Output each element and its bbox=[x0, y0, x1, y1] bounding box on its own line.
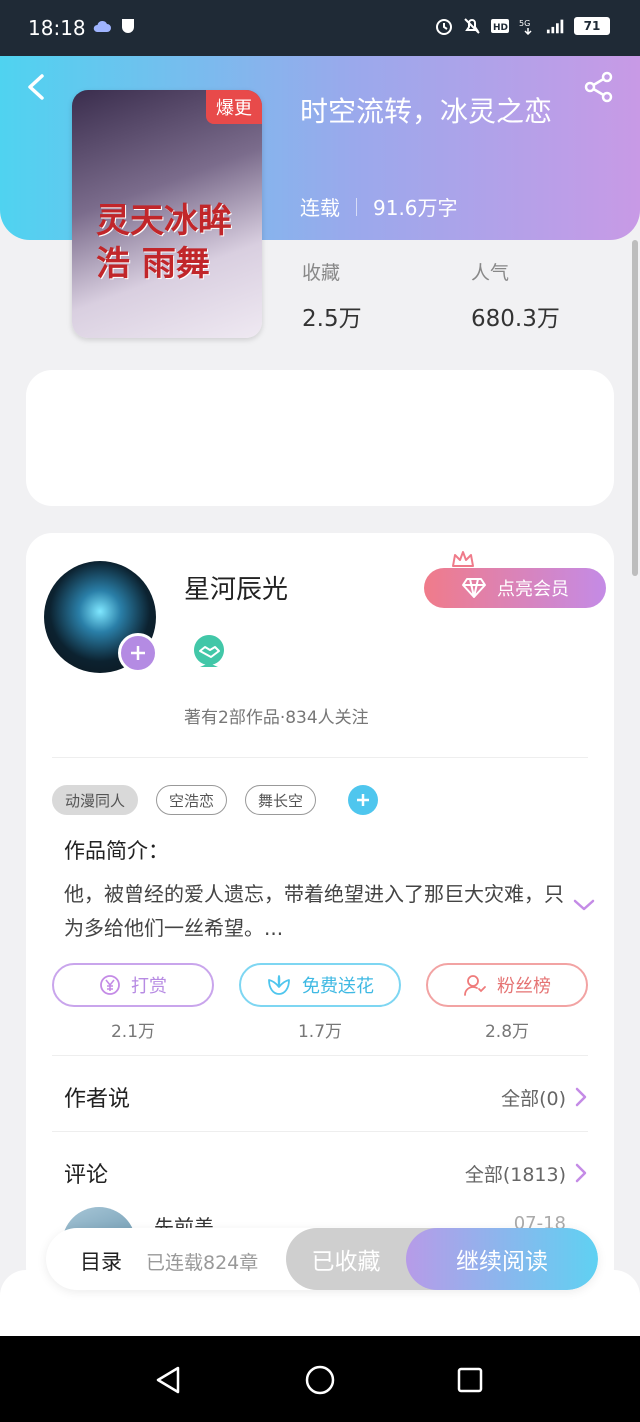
continue-reading-button[interactable]: 继续阅读 bbox=[406, 1228, 598, 1290]
send-flower-button[interactable]: 免费送花 bbox=[239, 963, 401, 1007]
author-says-all[interactable]: 全部(0) bbox=[501, 1084, 588, 1111]
status-bar: 18:18 HD 5G 71 bbox=[0, 0, 640, 56]
svg-text:HD: HD bbox=[493, 23, 508, 33]
tag-item[interactable]: 空浩恋 bbox=[156, 785, 228, 815]
flower-count: 1.7万 bbox=[297, 1022, 343, 1042]
toc-button[interactable]: 目录 bbox=[80, 1246, 122, 1276]
reward-label: 打赏 bbox=[131, 976, 167, 997]
continue-reading-label: 继续阅读 bbox=[456, 1249, 548, 1275]
diamond-icon bbox=[462, 578, 486, 598]
cover-badge: 爆更 bbox=[206, 90, 262, 124]
tag-list: 动漫同人 空浩恋 舞长空 bbox=[52, 785, 379, 815]
chevron-right-icon bbox=[575, 1087, 587, 1107]
square-recents-icon bbox=[457, 1367, 483, 1393]
divider bbox=[52, 757, 588, 758]
author-says-title: 作者说 bbox=[64, 1087, 131, 1112]
vip-button[interactable]: 点亮会员 bbox=[424, 568, 606, 608]
author-level-badge bbox=[190, 633, 228, 671]
cover-title-line1: 灵天冰眸 bbox=[96, 201, 232, 241]
author-says-link: 全部(0) bbox=[501, 1087, 566, 1110]
author-stats: 著有2部作品·834人关注 bbox=[184, 708, 369, 728]
book-word-count: 91.6万字 bbox=[373, 196, 458, 220]
status-time: 18:18 bbox=[28, 16, 86, 40]
alarm-icon bbox=[434, 16, 454, 36]
vip-button-label: 点亮会员 bbox=[497, 579, 569, 600]
5g-icon: 5G bbox=[518, 16, 538, 36]
stat-label: 收藏 bbox=[302, 262, 341, 284]
hd-icon: HD bbox=[490, 16, 510, 36]
comments-row[interactable]: 评论 全部(1813) bbox=[64, 1157, 588, 1189]
cloud-icon bbox=[92, 16, 112, 36]
book-cover[interactable]: 爆更 灵天冰眸 浩 雨舞 bbox=[72, 90, 262, 338]
stat-favorites: 收藏 2.5万 bbox=[302, 258, 362, 333]
stat-label: 人气 bbox=[471, 262, 510, 284]
circle-home-icon bbox=[305, 1365, 335, 1395]
book-detail-card: 星河辰光 点亮会员 著有2部作品·834人关注 动漫同人 空浩恋 舞长空 作品简… bbox=[26, 533, 614, 1293]
reward-count: 2.1万 bbox=[110, 1022, 156, 1042]
yen-icon bbox=[100, 975, 120, 995]
reward-button[interactable]: 打赏 bbox=[52, 963, 214, 1007]
chevron-right-icon bbox=[575, 1163, 587, 1183]
nav-back-button[interactable] bbox=[148, 1360, 188, 1400]
book-title: 时空流转，冰灵之恋 bbox=[300, 95, 553, 128]
intro-title: 作品简介： bbox=[64, 839, 169, 863]
stat-value: 680.3万 bbox=[471, 306, 560, 332]
book-meta: 连载 91.6万字 bbox=[300, 192, 458, 221]
comments-link: 全部(1813) bbox=[464, 1163, 566, 1186]
comments-all[interactable]: 全部(1813) bbox=[465, 1160, 588, 1187]
divider bbox=[52, 1055, 588, 1056]
back-arrow-icon bbox=[28, 74, 44, 100]
stat-value: 2.5万 bbox=[302, 306, 362, 332]
back-button[interactable] bbox=[20, 70, 54, 104]
chevron-down-icon bbox=[573, 899, 595, 911]
scrollbar[interactable] bbox=[632, 240, 638, 576]
stat-popularity: 人气 680.3万 bbox=[471, 258, 560, 333]
flower-icon bbox=[268, 975, 290, 995]
author-says-row[interactable]: 作者说 全部(0) bbox=[64, 1081, 588, 1113]
signal-icon bbox=[546, 16, 566, 36]
fans-rank-label: 粉丝榜 bbox=[497, 976, 551, 997]
divider bbox=[52, 1131, 588, 1132]
placeholder-card bbox=[26, 370, 614, 506]
expand-intro-button[interactable] bbox=[572, 893, 596, 917]
svg-text:5G: 5G bbox=[519, 19, 530, 28]
plus-icon bbox=[131, 646, 145, 660]
battery-icon: 71 bbox=[574, 17, 610, 35]
crown-icon bbox=[451, 550, 475, 570]
triangle-back-icon bbox=[156, 1366, 180, 1394]
tag-item[interactable]: 动漫同人 bbox=[52, 785, 139, 815]
collected-label: 已收藏 bbox=[311, 1249, 381, 1275]
author-name[interactable]: 星河辰光 bbox=[184, 569, 288, 606]
cover-title-art: 灵天冰眸 浩 雨舞 bbox=[96, 200, 232, 285]
plus-icon bbox=[357, 794, 370, 806]
tag-item[interactable]: 舞长空 bbox=[245, 785, 317, 815]
mute-icon bbox=[462, 16, 482, 36]
add-tag-button[interactable] bbox=[348, 785, 379, 815]
nav-home-button[interactable] bbox=[300, 1360, 340, 1400]
send-flower-label: 免费送花 bbox=[302, 976, 374, 997]
toc-chapter-count: 已连载824章 bbox=[146, 1252, 259, 1274]
handshake-badge-icon bbox=[193, 635, 224, 667]
intro-text: 他，被曾经的爱人遗忘，带着绝望进入了那巨大灾难，只为多给他们一丝希望。... bbox=[64, 882, 564, 940]
fans-rank-button[interactable]: 粉丝榜 bbox=[426, 963, 588, 1007]
follow-author-button[interactable] bbox=[118, 633, 158, 673]
shield-icon bbox=[118, 16, 138, 36]
cover-title-line2: 浩 雨舞 bbox=[96, 243, 210, 284]
system-nav-bar bbox=[0, 1336, 640, 1422]
fans-icon bbox=[464, 975, 486, 996]
book-status: 连载 bbox=[300, 196, 340, 220]
meta-divider bbox=[356, 197, 357, 216]
comments-title: 评论 bbox=[64, 1163, 109, 1188]
bottom-action-bar: 目录 已连载824章 已收藏 继续阅读 bbox=[46, 1228, 598, 1290]
fans-count: 2.8万 bbox=[484, 1022, 530, 1042]
nav-recents-button[interactable] bbox=[450, 1360, 490, 1400]
